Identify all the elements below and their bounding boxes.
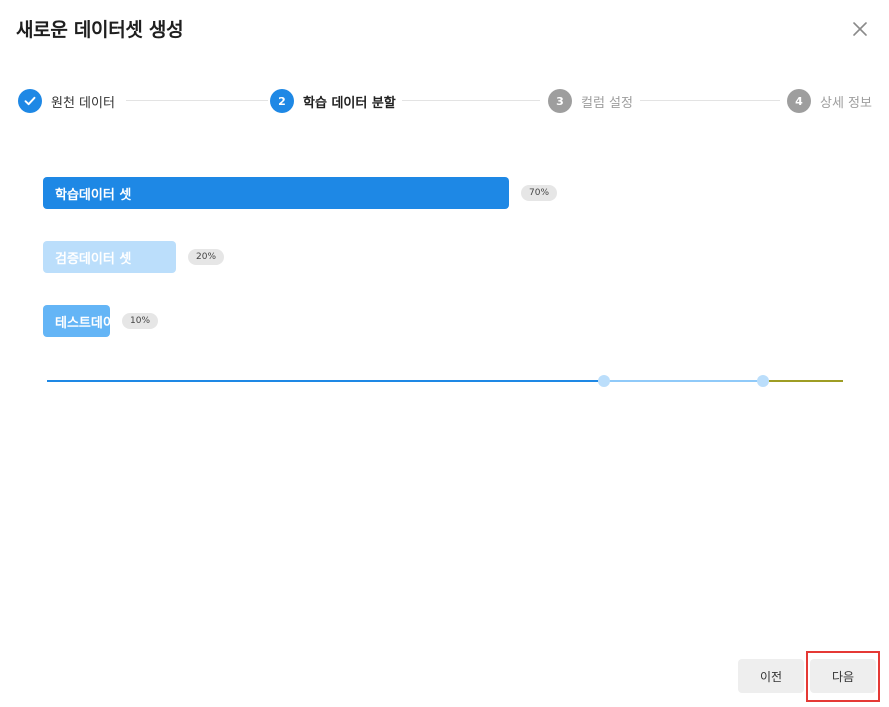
close-icon: [853, 22, 867, 36]
test-set-bar: 테스트데이터 셋: [43, 305, 110, 337]
test-percent-badge: 10%: [122, 313, 159, 329]
slider-track-test: [763, 380, 843, 382]
step-connector: [126, 100, 268, 101]
step-details[interactable]: 4 상세 정보: [787, 89, 872, 113]
step-2-label: 학습 데이터 분할: [303, 95, 396, 111]
dialog-title: 새로운 데이터셋 생성: [16, 19, 184, 41]
step-column-settings[interactable]: 3 컬럼 설정: [548, 89, 633, 113]
step-training-split[interactable]: 2 학습 데이터 분할: [270, 89, 396, 113]
next-button[interactable]: 다음: [810, 659, 876, 693]
slider-track-validation: [604, 380, 764, 382]
slider-thumb-validation-test[interactable]: [757, 375, 770, 387]
step-connector: [402, 100, 540, 101]
split-range-slider[interactable]: [47, 374, 843, 388]
stepper: 원천 데이터 2 학습 데이터 분할 3 컬럼 설정 4 상세 정보: [18, 89, 872, 113]
step-4-circle: 4: [787, 89, 811, 113]
training-set-bar: 학습데이터 셋: [43, 177, 509, 209]
prev-button[interactable]: 이전: [738, 659, 804, 693]
split-row-validation: 검증데이터 셋 20%: [43, 241, 225, 273]
create-dataset-dialog: 새로운 데이터셋 생성 원천 데이터 2 학습 데이터 분할 3 컬럼 설정 4…: [0, 0, 889, 707]
close-button[interactable]: [848, 17, 872, 41]
test-set-label: 테스트데이터 셋: [55, 315, 110, 331]
validation-percent-badge: 20%: [188, 249, 225, 265]
step-source-data[interactable]: 원천 데이터: [18, 89, 115, 113]
slider-thumb-train-validation[interactable]: [598, 375, 611, 387]
step-4-label: 상세 정보: [820, 95, 872, 111]
step-connector: [640, 100, 780, 101]
split-row-training: 학습데이터 셋 70%: [43, 177, 558, 209]
step-3-label: 컬럼 설정: [581, 95, 633, 111]
step-3-circle: 3: [548, 89, 572, 113]
validation-set-label: 검증데이터 셋: [55, 251, 132, 267]
step-1-circle: [18, 89, 42, 113]
step-1-label: 원천 데이터: [51, 95, 115, 111]
step-2-circle: 2: [270, 89, 294, 113]
training-set-label: 학습데이터 셋: [55, 187, 132, 203]
split-row-test: 테스트데이터 셋 10%: [43, 305, 159, 337]
check-icon: [24, 96, 36, 106]
validation-set-bar: 검증데이터 셋: [43, 241, 176, 273]
training-percent-badge: 70%: [521, 185, 558, 201]
slider-track-training: [47, 380, 605, 382]
